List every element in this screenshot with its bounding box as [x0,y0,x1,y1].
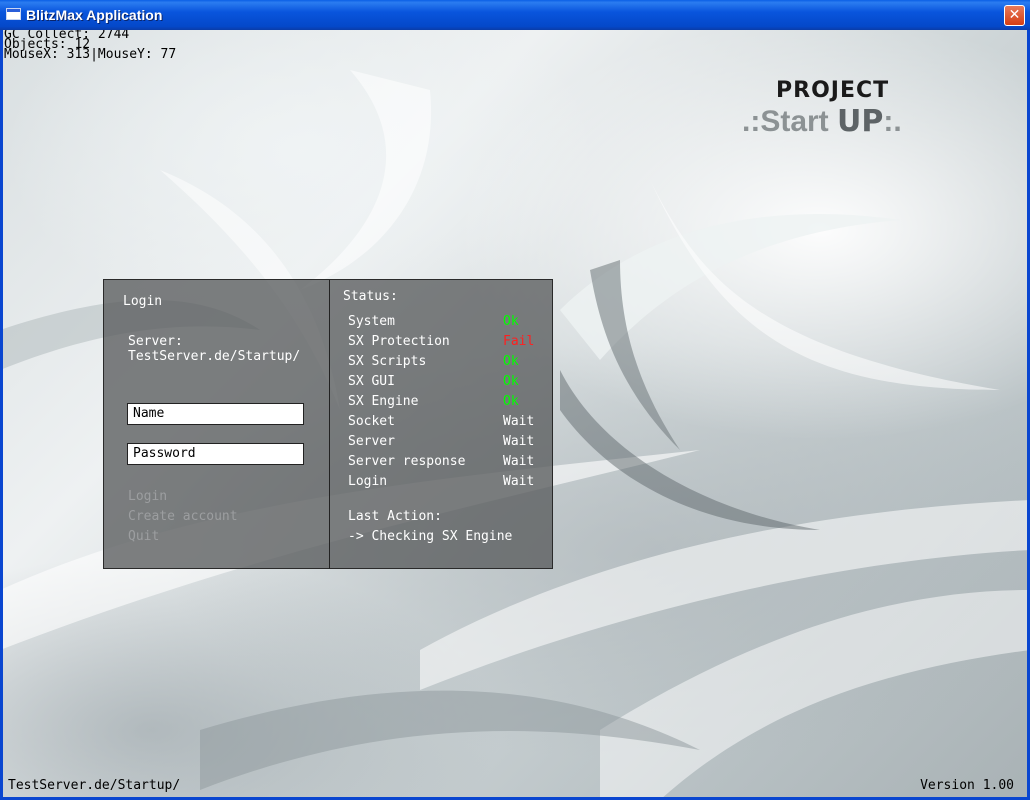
status-item-state: Fail [503,334,535,349]
window-title: BlitzMax Application [26,7,163,23]
status-item-label: Login [348,474,388,489]
status-item-state: Ok [503,374,519,389]
last-action-label: Last Action: [348,509,442,524]
status-item-label: System [348,314,395,329]
password-input[interactable]: Password [127,443,304,465]
status-item-state: Wait [503,454,535,469]
server-value: TestServer.de/Startup/ [128,349,301,364]
app-window-icon [6,8,21,20]
status-item-label: SX Scripts [348,354,427,369]
create-account-button[interactable]: Create account [128,509,238,524]
status-item-state: Ok [503,354,519,369]
logo-start-prefix: .:Start [742,105,838,138]
footer-version: Version 1.00 [920,778,1014,793]
status-title: Status: [343,289,398,304]
client-area: GC Collect: 2744 Objects: 12 MouseX: 313… [0,30,1030,800]
status-item-state: Ok [503,394,519,409]
panel-divider [329,280,330,569]
status-item-label: SX GUI [348,374,395,389]
status-item-state: Ok [503,314,519,329]
status-item-state: Wait [503,474,535,489]
last-action-value: -> Checking SX Engine [348,529,513,544]
debug-overlay: GC Collect: 2744 Objects: 12 MouseX: 313… [4,30,177,62]
login-panel: Login Server: TestServer.de/Startup/ Nam… [103,279,553,569]
status-item-state: Wait [503,434,535,449]
logo-project-text: PROJECT [776,78,890,103]
footer-server: TestServer.de/Startup/ [8,778,181,793]
status-item-label: Socket [348,414,395,429]
status-item-state: Wait [503,414,535,429]
quit-button[interactable]: Quit [128,529,159,544]
logo-start-up: .:Start UP:. [742,104,902,139]
logo-start-suffix: :. [883,105,902,138]
app-window: BlitzMax Application ✕ GC Collect: 2744 … [0,0,1030,800]
status-item-label: SX Protection [348,334,450,349]
status-item-label: Server [348,434,395,449]
debug-mouse-coords: MouseX: 313|MouseY: 77 [4,47,177,62]
login-title: Login [123,294,163,309]
status-item-label: Server response [348,454,466,469]
login-button[interactable]: Login [128,489,167,504]
server-label: Server: [128,334,183,349]
logo-up: UP [837,104,884,139]
status-item-label: SX Engine [348,394,419,409]
title-bar[interactable]: BlitzMax Application ✕ [0,0,1030,30]
name-input[interactable]: Name [127,403,304,425]
window-border-left [0,30,3,800]
close-button[interactable]: ✕ [1004,5,1025,26]
